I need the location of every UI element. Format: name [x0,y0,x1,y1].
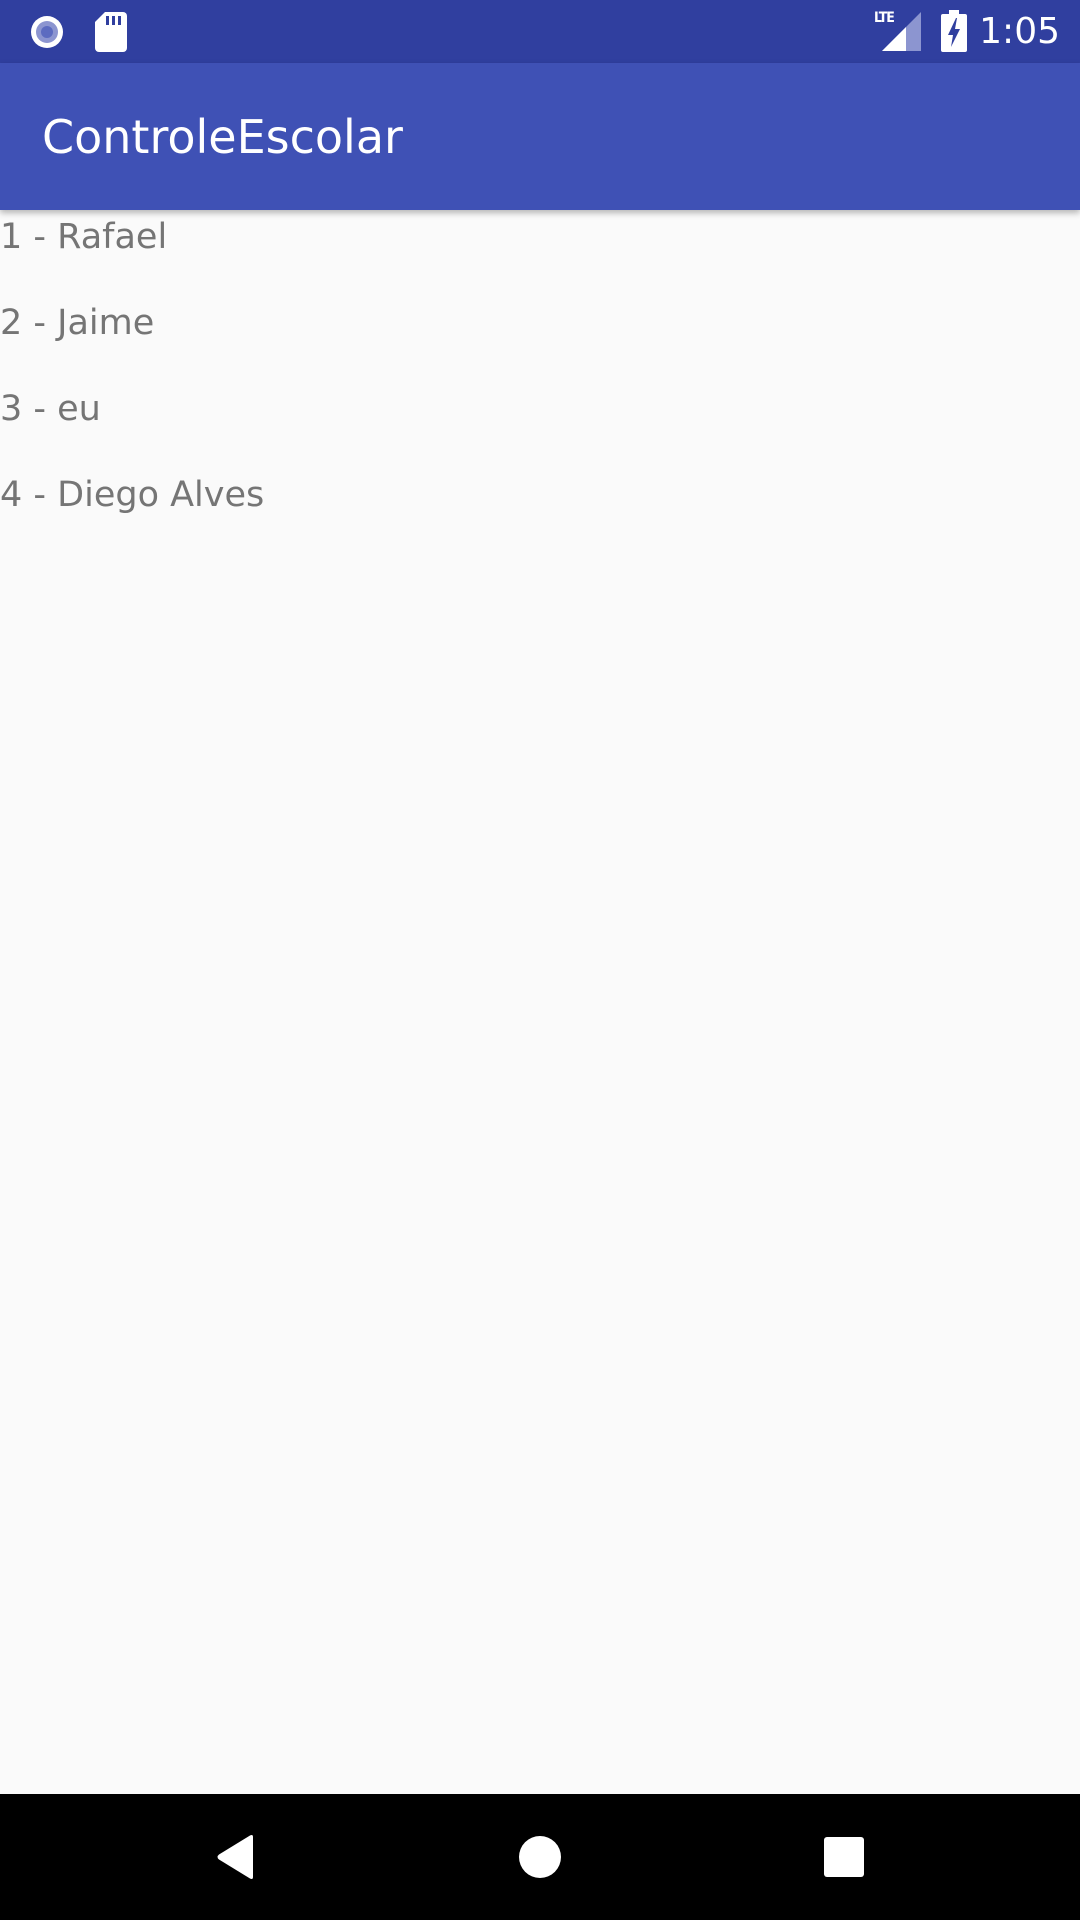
back-icon [217,1835,253,1879]
lte-signal-icon: LTE [872,10,922,52]
recents-button[interactable] [764,1794,924,1920]
list-item[interactable]: 2 - Jaime [0,296,1080,382]
recents-icon [824,1837,864,1877]
back-button[interactable] [156,1794,316,1920]
page-title: ControleEscolar [42,110,403,164]
list-item[interactable]: 1 - Rafael [0,210,1080,296]
battery-charging-icon [941,10,967,52]
record-icon [31,16,63,48]
student-list: 1 - Rafael 2 - Jaime 3 - eu 4 - Diego Al… [0,210,1080,554]
status-time: 1:05 [979,11,1060,52]
list-item[interactable]: 3 - eu [0,382,1080,468]
navigation-bar [0,1794,1080,1920]
app-bar: ControleEscolar [0,63,1080,210]
home-icon [519,1836,561,1878]
network-type-label: LTE [874,10,895,26]
status-bar: LTE 1:05 [0,0,1080,63]
home-button[interactable] [460,1794,620,1920]
sd-card-icon [95,12,127,52]
list-item[interactable]: 4 - Diego Alves [0,468,1080,554]
